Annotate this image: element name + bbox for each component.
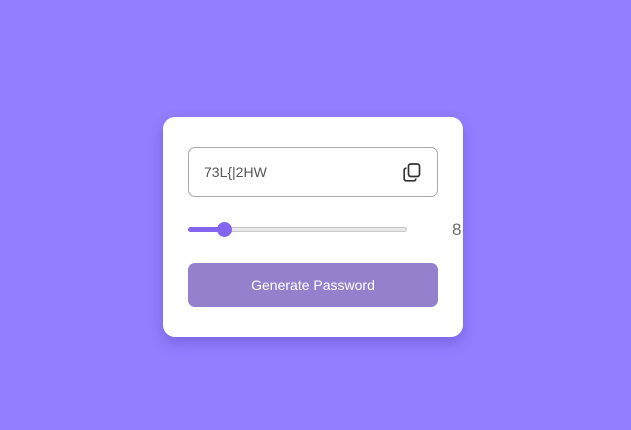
password-length-value: 8 xyxy=(452,220,462,239)
generate-password-button[interactable]: Generate Password xyxy=(188,263,438,307)
length-slider-row: 8 xyxy=(188,217,461,243)
password-generator-card: 8 Generate Password xyxy=(163,117,463,337)
password-output-field[interactable] xyxy=(189,148,394,196)
copy-icon[interactable] xyxy=(403,163,421,182)
length-slider-handle[interactable] xyxy=(217,222,233,237)
password-field-container xyxy=(188,147,438,197)
